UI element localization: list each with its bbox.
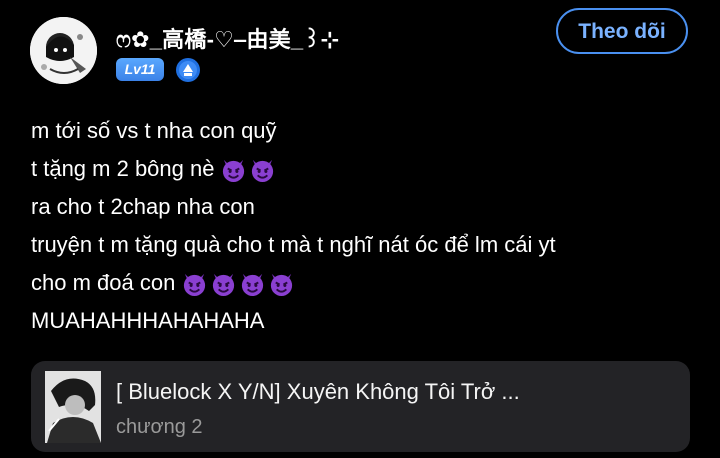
emoji-row [220,156,276,183]
comment-line: truyện t m tặng quà cho t mà t nghĩ nát … [31,226,701,264]
smiling-devil-icon [210,270,237,297]
comment-line-text: t tặng m 2 bông nè [31,156,215,181]
story-cover-image [45,371,101,443]
smiling-devil-icon [249,156,276,183]
story-card[interactable]: [ Bluelock X Y/N] Xuyên Không Tôi Trở ..… [31,361,690,452]
emoji-row [181,270,295,297]
smiling-devil-icon [220,156,247,183]
comment-line: t tặng m 2 bông nè [31,150,701,188]
username[interactable]: ෆ✿_高橋-♡‒由美_꒱⊹ [116,22,339,54]
comment-line: ra cho t 2chap nha con [31,188,701,226]
level-badge: Lv11 [116,58,164,81]
comment-body: m tới số vs t nha con quỹ t tặng m 2 bôn… [31,112,701,340]
comment-line: cho m đoá con [31,264,701,302]
comment-line-text: truyện t m tặng quà cho t mà t nghĩ nát … [31,232,556,257]
story-chapter: chương 2 [116,416,203,438]
avatar-icon [30,17,97,84]
follow-button[interactable]: Theo dõi [556,8,688,54]
verified-badge-icon [176,58,200,82]
comment-line-text: cho m đoá con [31,270,176,295]
comment-line: MUAHAHHHAHAHAHA [31,302,701,340]
comment-line-text: m tới số vs t nha con quỹ [31,118,277,143]
comment-line-text: MUAHAHHHAHAHAHA [31,308,265,333]
smiling-devil-icon [181,270,208,297]
smiling-devil-icon [239,270,266,297]
comment-line: m tới số vs t nha con quỹ [31,112,701,150]
avatar[interactable] [30,17,97,84]
comment-line-text: ra cho t 2chap nha con [31,194,255,219]
smiling-devil-icon [268,270,295,297]
story-title[interactable]: [ Bluelock X Y/N] Xuyên Không Tôi Trở ..… [116,379,520,405]
